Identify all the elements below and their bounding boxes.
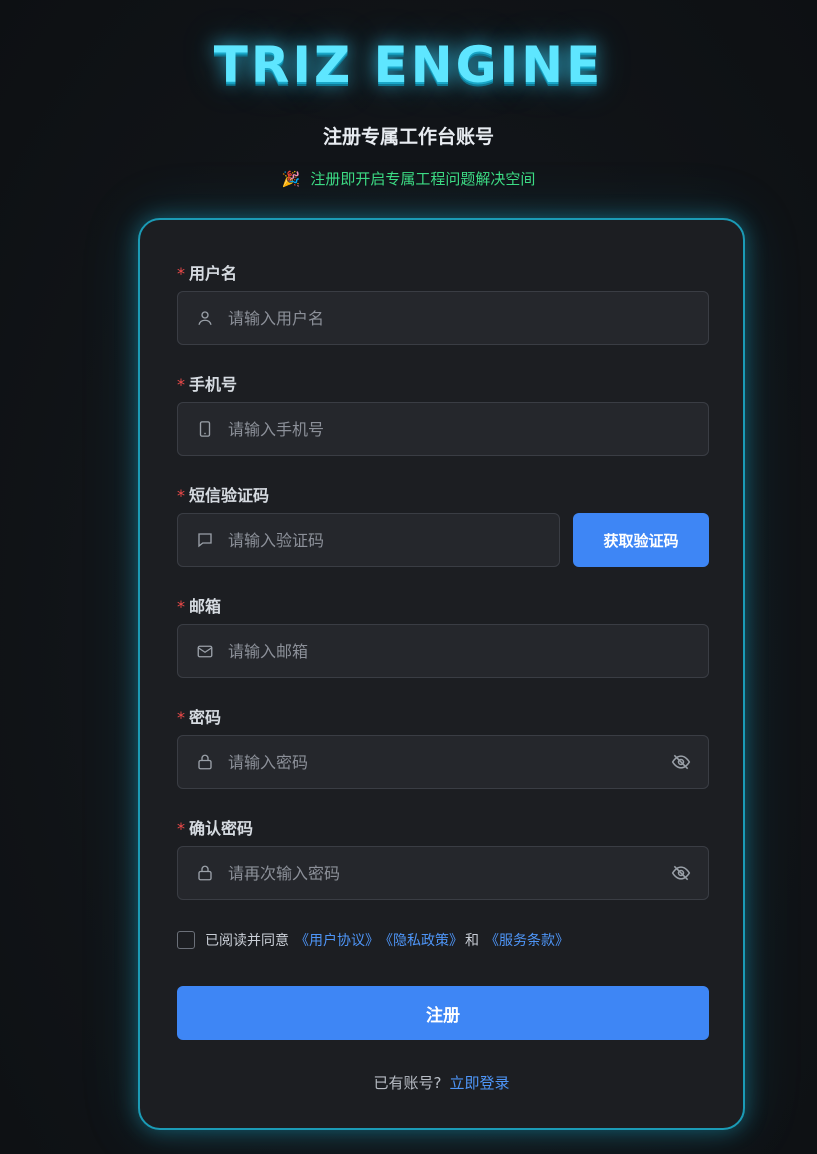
- email-label-text: 邮箱: [189, 597, 222, 616]
- username-input[interactable]: [228, 308, 708, 328]
- password-input[interactable]: [228, 752, 670, 772]
- email-label: * 邮箱: [177, 593, 221, 617]
- sms-code-label: * 短信验证码: [177, 482, 269, 506]
- password-label: * 密码: [177, 704, 221, 728]
- lock-icon: [196, 753, 214, 771]
- tagline: 🎉 注册即开启专属工程问题解决空间: [0, 168, 817, 189]
- register-button[interactable]: 注册: [177, 986, 709, 1040]
- username-label: * 用户名: [177, 260, 237, 284]
- login-link[interactable]: 立即登录: [449, 1074, 509, 1092]
- confirm-password-label: * 确认密码: [177, 815, 253, 839]
- confirm-password-field[interactable]: [177, 846, 709, 900]
- privacy-policy-link[interactable]: 《隐私政策》: [379, 930, 463, 950]
- party-popper-icon: 🎉: [281, 170, 301, 188]
- mail-icon: [196, 642, 214, 660]
- email-field[interactable]: [177, 624, 709, 678]
- sms-code-input[interactable]: [228, 530, 559, 550]
- message-icon: [196, 531, 214, 549]
- required-mark: *: [177, 375, 185, 394]
- page-subtitle: 注册专属工作台账号: [322, 126, 494, 148]
- register-card: *用户名 *手机号 *短信验证码 获取验证码 *邮箱 *密码: [138, 218, 745, 1130]
- confirm-password-label-text: 确认密码: [189, 819, 254, 838]
- agreement-prefix: 已阅读并同意: [205, 933, 289, 949]
- phone-field[interactable]: [177, 402, 709, 456]
- login-prompt-row: 已有账号? 立即登录: [140, 1072, 743, 1093]
- phone-label: * 手机号: [177, 371, 237, 395]
- sms-code-field[interactable]: [177, 513, 560, 567]
- password-label-text: 密码: [189, 708, 222, 727]
- required-mark: *: [177, 264, 185, 283]
- required-mark: *: [177, 486, 185, 505]
- get-code-button[interactable]: 获取验证码: [573, 513, 709, 567]
- confirm-password-input[interactable]: [228, 863, 670, 883]
- password-field[interactable]: [177, 735, 709, 789]
- login-prompt: 已有账号?: [373, 1074, 442, 1092]
- phone-label-text: 手机号: [189, 375, 238, 394]
- tagline-text: 注册即开启专属工程问题解决空间: [310, 170, 536, 188]
- lock-icon: [196, 864, 214, 882]
- eye-off-icon[interactable]: [670, 751, 692, 773]
- agreement-checkbox[interactable]: [177, 931, 195, 949]
- user-agreement-link[interactable]: 《用户协议》: [295, 930, 379, 950]
- user-icon: [196, 309, 214, 327]
- phone-icon: [196, 420, 214, 438]
- username-label-text: 用户名: [189, 264, 238, 283]
- eye-off-icon[interactable]: [670, 862, 692, 884]
- logo-title: TRIZ ENGINE: [213, 36, 604, 94]
- agreement-and: 和: [465, 933, 479, 949]
- terms-link[interactable]: 《服务条款》: [485, 930, 569, 950]
- phone-input[interactable]: [228, 419, 708, 439]
- username-field[interactable]: [177, 291, 709, 345]
- required-mark: *: [177, 708, 185, 727]
- agreement-row: 已阅读并同意 《用户协议》 《隐私政策》 和 《服务条款》: [177, 930, 569, 950]
- email-input[interactable]: [228, 641, 708, 661]
- sms-code-label-text: 短信验证码: [189, 486, 270, 505]
- required-mark: *: [177, 819, 185, 838]
- required-mark: *: [177, 597, 185, 616]
